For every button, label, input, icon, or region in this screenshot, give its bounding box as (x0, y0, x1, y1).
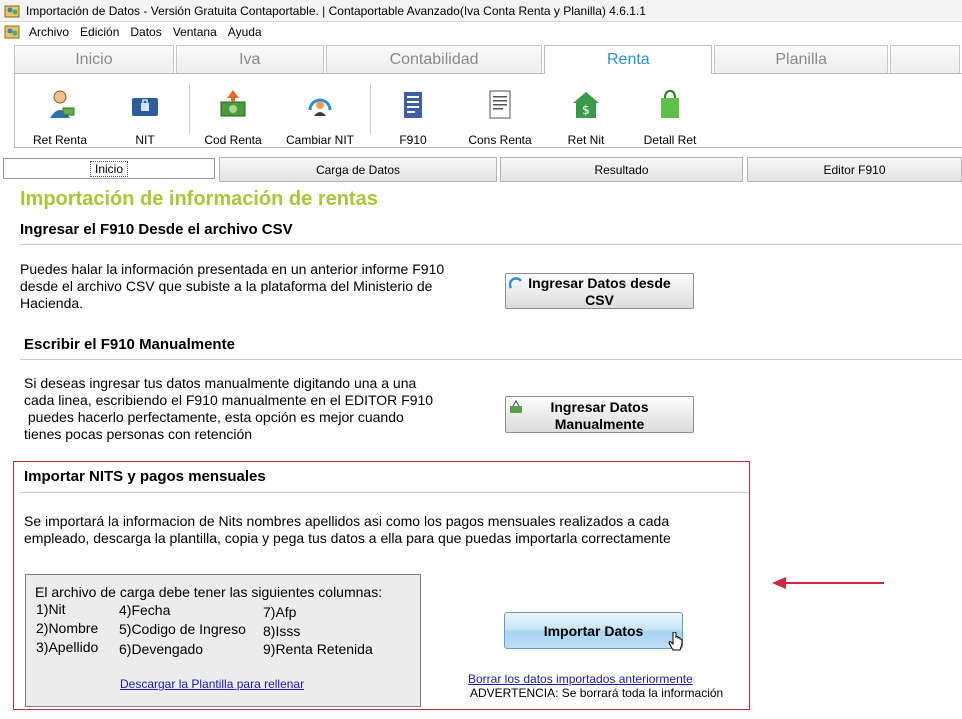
column-item: 9)Renta Retenida (263, 641, 373, 657)
column-item: 2)Nombre (36, 620, 99, 636)
column-item: 7)Afp (263, 604, 297, 620)
cod-renta-button[interactable]: Cod Renta (202, 74, 264, 148)
title-bar: Importación de Datos - Versión Gratuita … (0, 0, 962, 22)
ribbon-tab-inicio[interactable]: Inicio (14, 45, 174, 73)
svg-text:$: $ (582, 103, 590, 117)
document-app-icon[interactable] (4, 24, 20, 40)
section-heading-manual: Escribir el F910 Manualmente (24, 336, 235, 353)
ret-nit-button[interactable]: $ Ret Nit (555, 74, 617, 148)
cons-renta-label: Cons Renta (468, 133, 532, 147)
text-line: Puedes halar la información presentada e… (20, 261, 445, 277)
importar-datos-label: Importar Datos (543, 622, 644, 639)
ret-nit-label: Ret Nit (567, 133, 605, 147)
subtab-carga-de-datos[interactable]: Carga de Datos (219, 157, 497, 182)
cod-renta-label: Cod Renta (204, 133, 262, 147)
ribbon-tab-planilla[interactable]: Planilla (714, 45, 889, 73)
f910-button[interactable]: F910 (385, 74, 441, 148)
section-text-manual: Si deseas ingresar tus datos manualmente… (24, 375, 433, 443)
ret-renta-button[interactable]: Ret Renta (25, 74, 95, 148)
hand-cursor-icon (668, 632, 683, 651)
app-icon (4, 3, 20, 19)
column-item: 8)Isss (263, 623, 301, 639)
ribbon: Inicio Iva Contabilidad Renta Planilla R… (8, 45, 962, 148)
house-dollar-icon: $ (570, 88, 602, 122)
text-line: Se importará la informacion de Nits nomb… (24, 513, 670, 529)
column-item: 4)Fecha (119, 602, 171, 618)
subtab-editor-f910[interactable]: Editor F910 (747, 157, 962, 182)
text-line: desde el archivo CSV que subiste a la pl… (20, 278, 433, 294)
ribbon-tab-more[interactable] (890, 45, 960, 73)
divider (20, 492, 749, 493)
ribbon-tab-iva[interactable]: Iva (175, 45, 324, 73)
person-refresh-icon (304, 88, 336, 122)
divider (20, 244, 962, 245)
ribbon-tabs: Inicio Iva Contabilidad Renta Planilla (8, 45, 962, 74)
columns-info-box: El archivo de carga debe tener las sigui… (25, 574, 421, 707)
subtab-resultado[interactable]: Resultado (500, 157, 743, 182)
delete-imported-link[interactable]: Borrar los datos importados anteriorment… (468, 672, 693, 686)
section-heading-csv: Ingresar el F910 Desde el archivo CSV (20, 221, 293, 238)
report-document-icon (484, 88, 516, 122)
column-item: 5)Codigo de Ingreso (119, 621, 246, 637)
id-card-icon (129, 88, 161, 122)
shopping-bag-icon (654, 88, 686, 122)
subtabs: Inicio Carga de Datos Resultado Editor F… (0, 157, 962, 182)
ribbon-tab-renta[interactable]: Renta (544, 45, 713, 74)
menu-datos[interactable]: Datos (127, 25, 169, 39)
text-line: Hacienda. (20, 295, 84, 311)
warning-text: ADVERTENCIA: Se borrará toda la informac… (470, 686, 724, 700)
importar-datos-button[interactable]: Importar Datos (504, 612, 683, 649)
column-item: 3)Apellido (36, 639, 99, 655)
ribbon-body: Ret Renta NIT Cod Renta Cambiar NIT F910… (14, 73, 962, 148)
subtab-inicio-label: Inicio (89, 160, 128, 177)
nit-button[interactable]: NIT (115, 74, 175, 148)
section-text-csv: Puedes halar la información presentada e… (20, 261, 444, 312)
ingresar-manual-button[interactable]: Ingresar Datos Manualmente (505, 396, 694, 433)
button-line: Manualmente (554, 416, 645, 432)
ret-renta-label: Ret Renta (32, 133, 88, 147)
text-line: empleado, descarga la plantilla, copia y… (24, 530, 671, 546)
text-line: puedes hacerlo perfectamente, esta opció… (24, 409, 404, 425)
ribbon-separator (370, 84, 371, 134)
subtab-inicio[interactable]: Inicio (3, 158, 215, 179)
detall-ret-button[interactable]: Detall Ret (635, 74, 705, 148)
menu-ventana[interactable]: Ventana (170, 25, 225, 39)
button-line: Ingresar Datos (550, 399, 649, 415)
upload-icon (508, 277, 523, 291)
text-line: cada linea, escribiendo el F910 manualme… (24, 392, 434, 408)
ribbon-separator (189, 84, 190, 134)
form-document-icon (397, 88, 429, 122)
divider (20, 359, 962, 360)
ingresar-csv-button[interactable]: Ingresar Datos desde CSV (505, 273, 694, 309)
download-template-link[interactable]: Descargar la Plantilla para rellenar (120, 677, 304, 691)
menu-bar: Archivo Edición Datos Ventana Ayuda (0, 22, 962, 42)
window-title: Importación de Datos - Versión Gratuita … (26, 3, 646, 18)
cambiar-nit-label: Cambiar NIT (285, 133, 354, 147)
button-line: CSV (585, 292, 614, 308)
section-text-nits: Se importará la informacion de Nits nomb… (24, 513, 671, 547)
money-upload-icon (217, 88, 249, 122)
nit-label: NIT (135, 133, 155, 147)
menu-archivo[interactable]: Archivo (26, 25, 77, 39)
person-money-icon (44, 88, 76, 122)
page-title: Importación de información de rentas (20, 188, 378, 210)
column-item: 1)Nit (36, 601, 66, 617)
detall-ret-label: Detall Ret (643, 133, 697, 147)
text-line: Si deseas ingresar tus datos manualmente… (24, 375, 417, 391)
menu-edicion[interactable]: Edición (77, 25, 127, 39)
basket-icon (509, 399, 523, 414)
button-line: Ingresar Datos desde (528, 275, 671, 291)
menu-ayuda[interactable]: Ayuda (225, 25, 270, 39)
section-heading-nits: Importar NITS y pagos mensuales (24, 468, 266, 485)
f910-label: F910 (399, 133, 427, 147)
columns-title: El archivo de carga debe tener las sigui… (35, 584, 383, 600)
cambiar-nit-button[interactable]: Cambiar NIT (280, 74, 360, 148)
ribbon-tab-contabilidad[interactable]: Contabilidad (325, 45, 543, 73)
text-line: tienes pocas personas con retención (24, 426, 253, 442)
red-arrow-icon (772, 577, 884, 589)
cons-renta-button[interactable]: Cons Renta (460, 74, 540, 148)
column-item: 6)Devengado (119, 641, 204, 657)
